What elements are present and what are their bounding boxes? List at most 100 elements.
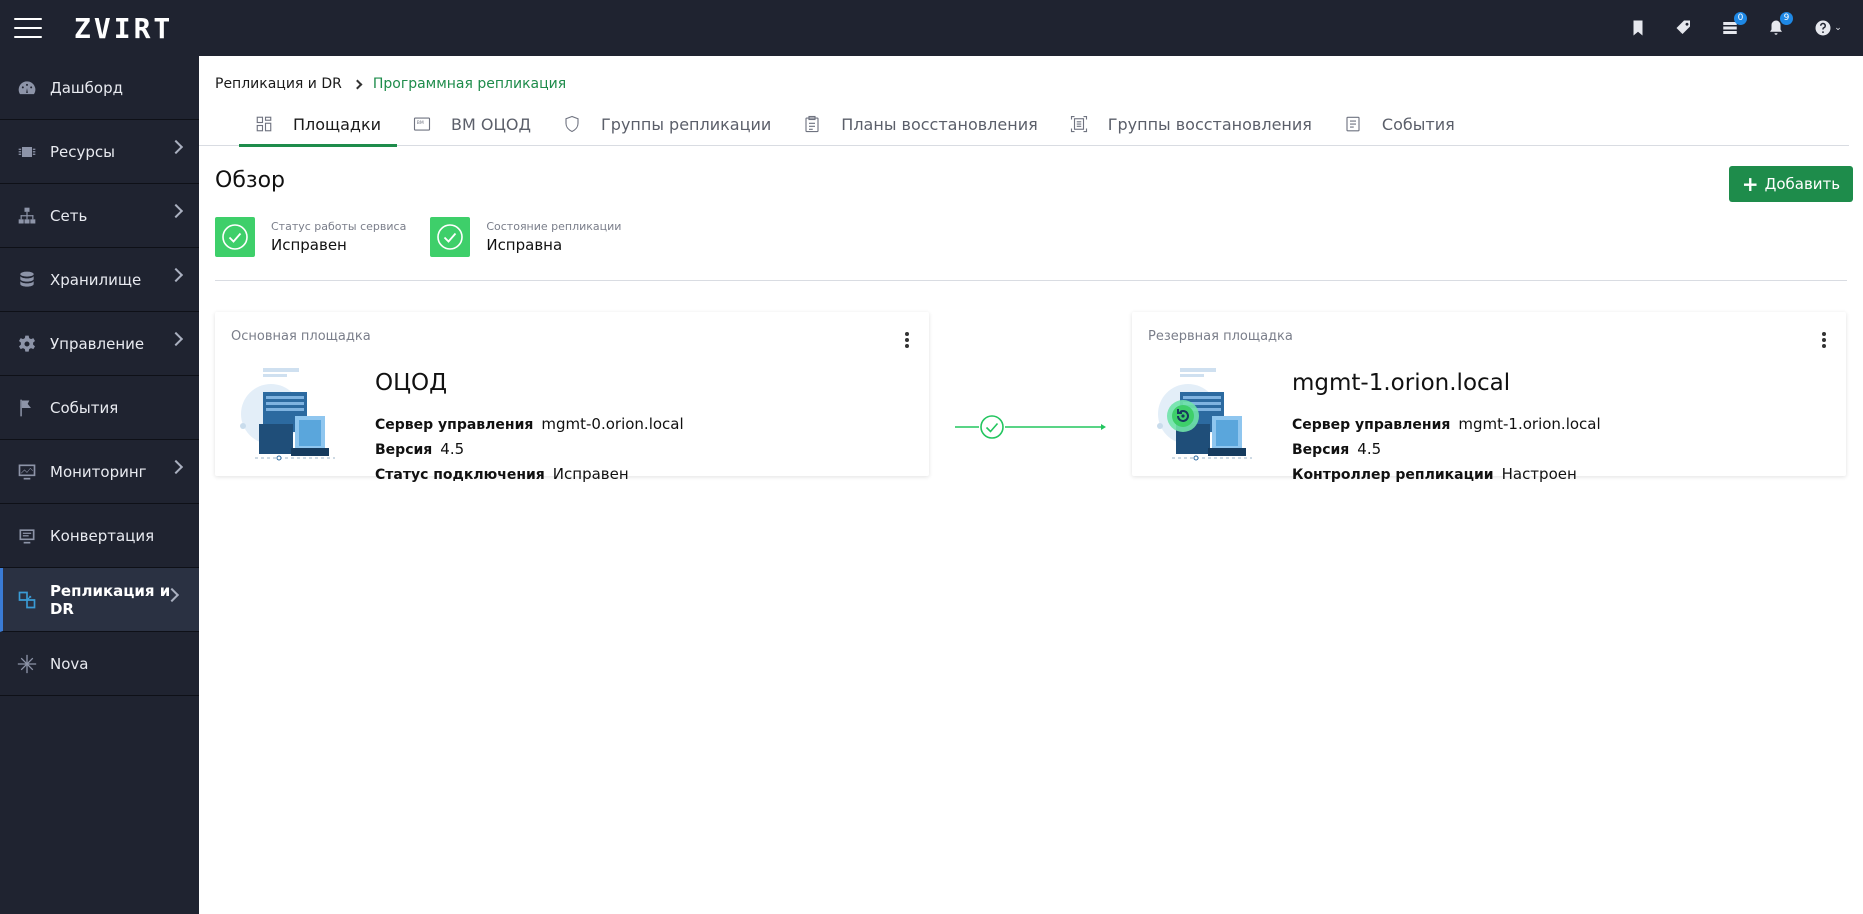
service-status-label: Статус работы сервиса (271, 220, 407, 233)
prop-key: Сервер управления (1292, 417, 1451, 433)
tab-bar: Площадки ВМ ВМ ОЦОД Группы репликации Пл… (199, 102, 1849, 147)
document-icon (1344, 115, 1362, 133)
main-content: Репликация и DR Программная репликация П… (199, 56, 1863, 914)
database-icon (16, 269, 38, 291)
prop-value: Настроен (1501, 465, 1577, 483)
grid-icon (255, 115, 273, 133)
prop-row: Статус подключения Исправен (375, 462, 684, 487)
prop-key: Статус подключения (375, 467, 545, 483)
reserve-site-card[interactable]: Резервная площадка mgmt-1.orion.local Се… (1132, 312, 1846, 483)
sidebar-item-label: Конвертация (50, 526, 155, 545)
tab-sites[interactable]: Площадки (239, 102, 398, 147)
status-row: Статус работы сервиса Исправен Состояние… (215, 217, 621, 257)
breadcrumb-root-link[interactable]: Репликация и DR (215, 76, 342, 92)
tab-recovery-plans[interactable]: Планы восстановления (787, 102, 1053, 146)
prop-value: Исправен (552, 465, 629, 483)
prop-key: Версия (375, 442, 433, 458)
chevron-right-icon (352, 79, 363, 89)
primary-site-header: Основная площадка (231, 329, 371, 344)
nova-icon (16, 653, 38, 675)
flag-icon (16, 397, 38, 419)
prop-value: mgmt-0.orion.local (541, 415, 684, 433)
prop-key: Сервер управления (375, 417, 534, 433)
sidebar-item-label: Хранилище (50, 270, 142, 289)
replication-link-arrow-icon (955, 415, 1106, 439)
chevron-right-icon (168, 267, 184, 283)
top-bar: ZVIRT 0 9 ⌄ (0, 0, 1863, 56)
sidebar-item-nova[interactable]: Nova (0, 632, 199, 696)
sidebar-item-dashboard[interactable]: Дашборд (0, 56, 199, 120)
tags-icon[interactable] (1673, 17, 1695, 39)
tab-events[interactable]: События (1328, 102, 1471, 146)
sidebar: Дашборд Ресурсы Сеть Хранилище Управлени… (0, 56, 199, 914)
dashboard-icon (16, 77, 38, 99)
help-icon[interactable]: ⌄ (1811, 17, 1845, 39)
primary-site-card[interactable]: Основная площадка ОЦОД Сервер управления… (215, 312, 929, 483)
tab-vm[interactable]: ВМ ВМ ОЦОД (397, 102, 547, 146)
prop-row: Контроллер репликации Настроен (1292, 462, 1601, 487)
sidebar-item-label: Сеть (50, 206, 88, 225)
network-icon (16, 205, 38, 227)
top-icons: 0 9 ⌄ (1627, 0, 1845, 56)
notifications-badge: 9 (1780, 12, 1793, 25)
tasks-icon[interactable]: 0 (1719, 12, 1747, 39)
prop-key: Версия (1292, 442, 1350, 458)
breadcrumb: Репликация и DR Программная репликация (215, 76, 566, 92)
tab-replication-groups[interactable]: Группы репликации (547, 102, 787, 146)
service-status: Статус работы сервиса Исправен (215, 217, 406, 257)
sidebar-item-label: Nova (50, 654, 89, 673)
replication-status: Состояние репликации Исправна (430, 217, 621, 257)
app-logo[interactable]: ZVIRT (74, 12, 173, 45)
menu-burger-icon[interactable] (14, 18, 42, 38)
sidebar-item-resources[interactable]: Ресурсы (0, 120, 199, 184)
prop-row: Версия 4.5 (1292, 437, 1601, 462)
chevron-right-icon (168, 139, 184, 155)
vm-icon: ВМ (413, 115, 431, 133)
sidebar-item-label: Репликация и DR (49, 581, 171, 618)
check-circle-icon (430, 217, 471, 257)
tab-recovery-groups[interactable]: Группы восстановления (1054, 102, 1328, 146)
sidebar-item-management[interactable]: Управление (0, 312, 199, 376)
tab-label: Группы восстановления (1107, 114, 1312, 134)
kebab-menu-icon[interactable] (1822, 332, 1826, 348)
page-title: Обзор (215, 168, 286, 193)
divider (215, 280, 1847, 281)
sidebar-item-monitoring[interactable]: Мониторинг (0, 440, 199, 504)
replication-icon (16, 589, 38, 611)
convert-icon (16, 525, 38, 547)
sidebar-item-label: Дашборд (50, 78, 123, 97)
replication-status-label: Состояние репликации (486, 220, 622, 233)
sidebar-item-network[interactable]: Сеть (0, 184, 199, 248)
sidebar-item-replication[interactable]: Репликация и DR (0, 568, 199, 632)
prop-value: 4.5 (440, 440, 465, 458)
server-restore-illustration-icon (1157, 368, 1252, 461)
bell-icon[interactable]: 9 (1765, 12, 1793, 39)
sidebar-item-conversion[interactable]: Конвертация (0, 504, 199, 568)
primary-site-props: Сервер управления mgmt-0.orion.local Верс… (375, 412, 684, 487)
add-button-label: Добавить (1764, 175, 1841, 193)
plus-icon: + (1741, 172, 1759, 196)
list-frame-icon (1070, 115, 1088, 133)
chevron-right-icon (168, 331, 184, 347)
primary-site-title: ОЦОД (375, 370, 448, 396)
reserve-site-title: mgmt-1.orion.local (1292, 370, 1511, 396)
tab-label: ВМ ОЦОД (451, 114, 532, 134)
monitor-icon (16, 461, 38, 483)
add-button[interactable]: + Добавить (1729, 166, 1853, 202)
sidebar-item-label: Ресурсы (50, 142, 116, 161)
kebab-menu-icon[interactable] (905, 332, 909, 348)
service-status-value: Исправен (271, 236, 347, 254)
check-circle-icon (215, 217, 255, 257)
prop-value: 4.5 (1357, 440, 1382, 458)
prop-key: Контроллер репликации (1292, 467, 1494, 483)
gear-icon (16, 333, 38, 355)
prop-row: Сервер управления mgmt-0.orion.local (375, 412, 684, 437)
chip-icon (16, 141, 38, 163)
server-illustration-icon (240, 368, 335, 461)
sidebar-item-storage[interactable]: Хранилище (0, 248, 199, 312)
sidebar-item-label: События (50, 398, 119, 417)
sidebar-item-events[interactable]: События (0, 376, 199, 440)
breadcrumb-current: Программная репликация (372, 76, 567, 92)
bookmark-icon[interactable] (1627, 17, 1649, 39)
tasks-badge: 0 (1734, 12, 1747, 25)
